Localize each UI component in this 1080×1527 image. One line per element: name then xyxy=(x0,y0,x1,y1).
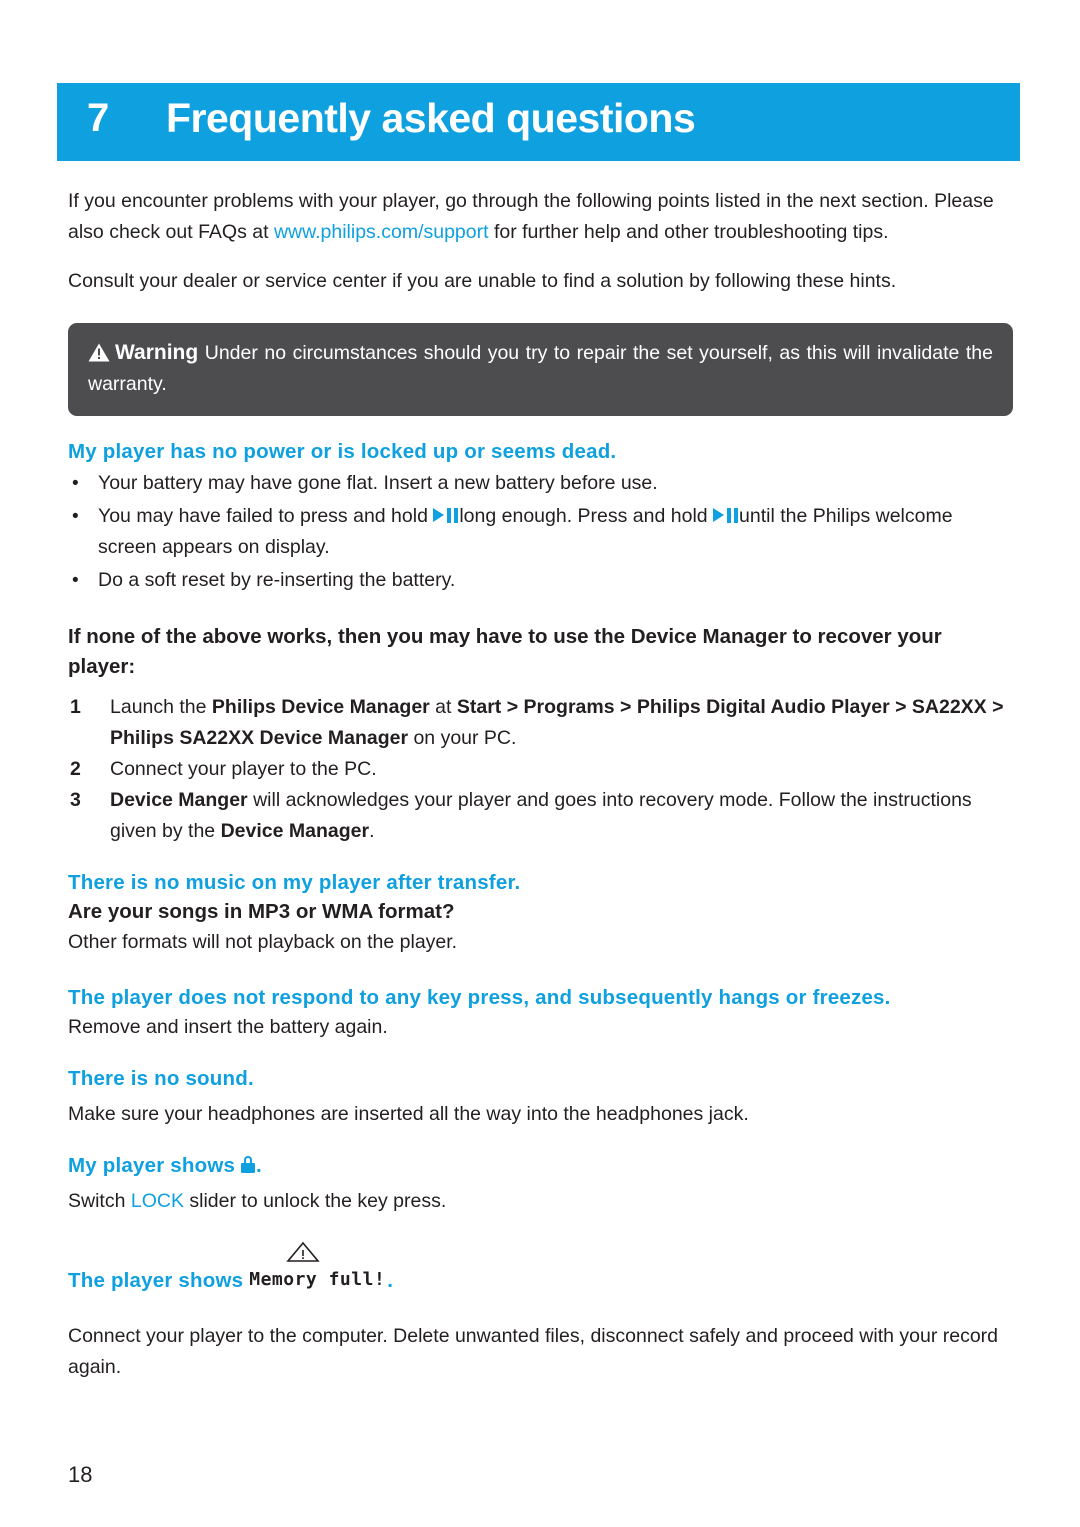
lock-body-before: Switch xyxy=(68,1190,131,1212)
memfull-heading-after: . xyxy=(387,1269,394,1292)
warning-triangle-icon xyxy=(88,343,110,362)
list-item: You may have failed to press and hold lo… xyxy=(68,501,1013,563)
step-number: 1 xyxy=(70,696,81,718)
lock-body: Switch LOCK slider to unlock the key pre… xyxy=(68,1186,1013,1217)
bullet-text-3: Do a soft reset by re-inserting the batt… xyxy=(98,569,456,591)
step1-part7: Philips Digital Audio Player xyxy=(636,696,890,718)
list-item: Your battery may have gone flat. Insert … xyxy=(68,468,1013,499)
step1-part12: on your PC. xyxy=(408,727,517,749)
step1-part11: Philips SA22XX Device Manager xyxy=(110,727,409,749)
intro-p1-after: for further help and other troubleshooti… xyxy=(488,221,889,243)
list-item: 2 Connect your player to the PC. xyxy=(68,754,1013,785)
step3-part3: . xyxy=(369,820,375,842)
step1-part9: SA22XX xyxy=(911,696,987,718)
heading-lock: My player shows . xyxy=(68,1152,1013,1180)
philips-support-link[interactable]: www.philips.com/support xyxy=(274,221,489,243)
step3-part0: Device Manger xyxy=(110,789,248,811)
warning-text: Under no circumstances should you try to… xyxy=(88,342,993,395)
step1-part3: Start xyxy=(456,696,502,718)
chapter-number: 7 xyxy=(87,96,110,140)
intro-paragraph-1: If you encounter problems with your play… xyxy=(68,186,1013,248)
step1-part10: > xyxy=(986,696,1004,718)
warning-triangle-icon xyxy=(285,1241,321,1263)
step1-part8: > xyxy=(889,696,912,718)
memory-full-body: Connect your player to the computer. Del… xyxy=(68,1325,999,1378)
play-pause-icon xyxy=(713,508,739,523)
chapter-title: Frequently asked questions xyxy=(166,95,696,141)
bullet-text-1: Your battery may have gone flat. Insert … xyxy=(98,472,658,494)
step1-part6: > xyxy=(614,696,637,718)
step1-part4: > xyxy=(501,696,524,718)
step3-part2: Device Manager xyxy=(220,820,370,842)
step-number: 2 xyxy=(70,758,81,780)
device-manager-steps: 1 Launch the Philips Device Manager at St… xyxy=(68,692,1013,847)
no-sound-body: Make sure your headphones are inserted a… xyxy=(68,1103,749,1125)
list-item: 3 Device Manger will acknowledges your pl… xyxy=(68,785,1013,847)
lock-heading-after: . xyxy=(255,1154,262,1177)
heading-device-manager: If none of the above works, then you may… xyxy=(68,625,942,678)
heading-memory-full: The player shows Memory full!. xyxy=(68,1241,1013,1295)
lock-label: LOCK xyxy=(130,1190,184,1212)
step1-part5: Programs xyxy=(523,696,615,718)
page-number: 18 xyxy=(68,1462,93,1487)
memory-full-text: Memory full! xyxy=(249,1269,386,1290)
heading-no-respond: The player does not respond to any key p… xyxy=(68,986,891,1009)
chapter-header-banner: 7 Frequently asked questions xyxy=(57,83,1020,161)
step-number: 3 xyxy=(70,789,81,811)
intro-paragraph-2: Consult your dealer or service center if… xyxy=(68,270,897,292)
list-item: 1 Launch the Philips Device Manager at St… xyxy=(68,692,1013,754)
page-content: If you encounter problems with your play… xyxy=(68,186,1013,1383)
no-respond-body: Remove and insert the battery again. xyxy=(68,1016,388,1038)
no-music-body: Other formats will not playback on the p… xyxy=(68,931,458,953)
memory-full-display-graphic: Memory full! xyxy=(249,1241,385,1291)
subheading-format: Are your songs in MP3 or WMA format? xyxy=(68,900,455,923)
manual-page: 7 Frequently asked questions If you enco… xyxy=(0,0,1080,1527)
warning-box: Warning Under no circumstances should yo… xyxy=(68,323,1013,416)
heading-no-power: My player has no power or is locked up o… xyxy=(68,440,617,463)
memfull-heading-before: The player shows xyxy=(68,1269,244,1292)
warning-label: Warning xyxy=(115,341,199,364)
step2-text: Connect your player to the PC. xyxy=(110,758,377,780)
heading-no-sound: There is no sound. xyxy=(68,1067,254,1090)
lock-icon xyxy=(241,1156,256,1174)
step1-part0: Launch the xyxy=(110,696,212,718)
lock-heading-before: My player shows xyxy=(68,1154,241,1177)
lock-body-after: slider to unlock the key press. xyxy=(183,1190,447,1212)
heading-no-music: There is no music on my player after tra… xyxy=(68,871,521,894)
play-pause-icon xyxy=(433,508,459,523)
no-power-bullet-list: Your battery may have gone flat. Insert … xyxy=(68,468,1013,596)
list-item: Do a soft reset by re-inserting the batt… xyxy=(68,565,1013,596)
step1-part1: Philips Device Manager xyxy=(211,696,430,718)
step1-part2: at xyxy=(429,696,457,718)
